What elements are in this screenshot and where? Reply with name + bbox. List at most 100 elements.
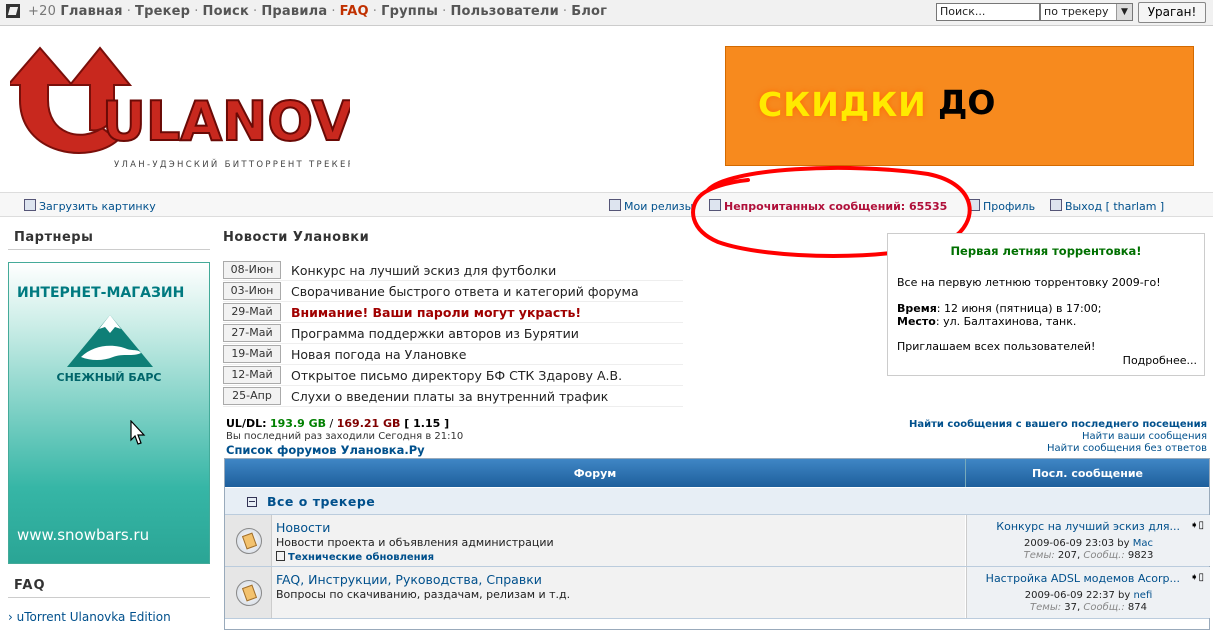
ratio-stats: UL/DL: 193.9 GB / 169.21 GB [ 1.15 ] <box>226 417 449 430</box>
find-my-posts-link[interactable]: Найти ваши сообщения <box>1082 431 1207 442</box>
news-date: 03-Июн <box>223 282 281 300</box>
nav-tracker[interactable]: Трекер <box>135 4 190 19</box>
nav-groups[interactable]: Группы <box>381 4 438 19</box>
event-more-link[interactable]: Подробнее... <box>1123 354 1197 367</box>
banner-word-2: ДО <box>938 83 996 122</box>
forum-description: Вопросы по скачиванию, раздачам, релизам… <box>276 588 571 601</box>
collapse-icon[interactable] <box>247 497 257 507</box>
forum-info: Новости Новости проекта и объявления адм… <box>272 515 965 566</box>
plus-counter: +20 <box>28 4 57 19</box>
event-line: Все на первую летнюю торрентовку 2009-го… <box>897 276 1161 289</box>
site-logo[interactable]: ULANOVKA УЛАН-УДЭНСКИЙ БИТТОРРЕНТ ТРЕКЕР <box>10 40 350 175</box>
news-item[interactable]: 25-Апр Слухи о введении платы за внутренн… <box>223 387 683 407</box>
logout-icon <box>1050 199 1062 211</box>
event-time: Время: 12 июня (пятница) в 17:00; <box>897 302 1101 315</box>
news-item[interactable]: 08-Июн Конкурс на лучший эскиз для футбол… <box>223 261 683 281</box>
goto-last-post-icon[interactable]: ➧▯ <box>1190 572 1204 583</box>
nav-blog[interactable]: Блог <box>571 4 607 19</box>
find-unanswered-link[interactable]: Найти сообщения без ответов <box>1047 443 1207 454</box>
logo-text: ULANOVKA <box>102 90 350 153</box>
event-place: Место: ул. Балтахинова, танк. <box>897 315 1076 328</box>
forum-icon-cell <box>225 515 272 566</box>
search-scope-select[interactable]: по трекеру ▼ <box>1040 3 1133 21</box>
subforum-link[interactable]: Технические обновления <box>276 551 434 563</box>
last-post-link[interactable]: Настройка ADSL модемов Acorp... <box>986 572 1180 585</box>
my-releases-label: Мои релизы <box>624 200 694 213</box>
forum-counts: Темы: 207, Сообщ.: 9823 <box>967 550 1210 561</box>
top-navbar: +20 Главная · Трекер · Поиск · Правила · FAQ · Гру… <box>0 0 1213 26</box>
last-post-date: 2009-06-09 23:03 by <box>1023 538 1133 549</box>
ad-banner[interactable]: СКИДКИ ДО <box>725 46 1194 166</box>
ad-url: www.snowbars.ru <box>17 526 150 544</box>
forum-category: Все о трекере <box>225 488 1209 515</box>
search-input[interactable]: Поиск... <box>936 3 1040 21</box>
forum-status-icon <box>236 528 262 554</box>
site-icon[interactable] <box>6 4 20 18</box>
last-post-link[interactable]: Конкурс на лучший эскиз для... <box>996 520 1180 533</box>
event-place-value: : ул. Балтахинова, танк. <box>935 315 1077 328</box>
search-button[interactable]: Ураган! <box>1138 2 1206 23</box>
news-item[interactable]: 29-Май Внимание! Ваши пароли могут украст… <box>223 303 683 323</box>
news-link[interactable]: Конкурс на лучший эскиз для футболки <box>291 263 556 278</box>
profile-link[interactable]: Профиль <box>968 199 1035 213</box>
stats-separator: / <box>326 417 337 430</box>
faq-item-utorrent[interactable]: › uTorrent Ulanovka Edition <box>8 610 171 624</box>
category-link[interactable]: Все о трекере <box>267 494 375 509</box>
goto-last-post-icon[interactable]: ➧▯ <box>1190 520 1204 531</box>
search-links: Найти сообщения с вашего последнего посе… <box>909 419 1207 455</box>
news-link[interactable]: Внимание! Ваши пароли могут украсть! <box>291 305 581 320</box>
news-link[interactable]: Слухи о введении платы за внутренний тра… <box>291 389 608 404</box>
my-releases-link[interactable]: Мои релизы <box>609 199 693 213</box>
upload-amount: 193.9 GB <box>270 417 327 430</box>
mouse-cursor-icon <box>130 420 146 445</box>
news-item[interactable]: 12-Май Открытое письмо директору БФ СТК З… <box>223 366 683 386</box>
nav-rules[interactable]: Правила <box>261 4 327 19</box>
topics-label: Темы: <box>1030 602 1062 613</box>
profile-label: Профиль <box>983 200 1036 213</box>
news-item[interactable]: 27-Май Программа поддержки авторов из Бур… <box>223 324 683 344</box>
logout-link[interactable]: Выход [ tharlam ] <box>1050 199 1164 213</box>
nav-users[interactable]: Пользователи <box>450 4 558 19</box>
news-date: 25-Апр <box>223 387 281 405</box>
ad-title: ИНТЕРНЕТ-МАГАЗИН <box>17 285 185 301</box>
search-scope-value: по трекеру <box>1044 5 1109 18</box>
forum-list-link[interactable]: Список форумов Улановка.Ру <box>226 443 425 457</box>
nav-faq[interactable]: FAQ <box>340 4 369 19</box>
logout-label: Выход [ tharlam ] <box>1065 200 1165 213</box>
forum-table-header: Форум Посл. сообщение <box>225 459 1209 487</box>
partner-ad[interactable]: ИНТЕРНЕТ-МАГАЗИН СНЕЖНЫЙ БАРС www.snowba… <box>8 262 210 564</box>
last-post-meta: 2009-06-09 23:03 by Mac <box>967 538 1210 549</box>
forum-info: FAQ, Инструкции, Руководства, Справки Во… <box>272 567 965 618</box>
last-post-cell: Конкурс на лучший эскиз для... ➧▯ 2009-0… <box>966 515 1210 566</box>
subforum-label: Технические обновления <box>288 552 435 563</box>
forum-name-link[interactable]: FAQ, Инструкции, Руководства, Справки <box>276 572 542 587</box>
chevron-down-icon[interactable]: ▼ <box>1116 4 1132 20</box>
partners-title: Партнеры <box>14 230 94 245</box>
last-post-author[interactable]: Mac <box>1133 538 1153 549</box>
posts-label: Сообщ.: <box>1083 550 1125 561</box>
news-item[interactable]: 19-Май Новая погода на Улановке <box>223 345 683 365</box>
col-last-post: Посл. сообщение <box>1031 467 1144 480</box>
last-post-author[interactable]: nefi <box>1133 590 1152 601</box>
news-link[interactable]: Открытое письмо директору БФ СТК Здарову… <box>291 368 622 383</box>
faq-title: FAQ <box>14 578 46 593</box>
col-forum: Форум <box>573 467 617 480</box>
event-line: Приглашаем всех пользователей! <box>897 340 1096 353</box>
forum-status-icon <box>236 580 262 606</box>
last-post-meta: 2009-06-09 22:37 by nefi <box>967 590 1210 601</box>
nav-search[interactable]: Поиск <box>203 4 249 19</box>
main-nav: +20 Главная · Трекер · Поиск · Правила · FAQ · Гру… <box>28 4 608 19</box>
posts-label: Сообщ.: <box>1083 602 1125 613</box>
news-date: 12-Май <box>223 366 281 384</box>
forum-row: Новости Новости проекта и объявления адм… <box>225 515 1210 567</box>
forum-name-link[interactable]: Новости <box>276 520 330 535</box>
faq-item-label: uTorrent Ulanovka Edition <box>16 610 171 624</box>
find-new-posts-link[interactable]: Найти сообщения с вашего последнего посе… <box>909 419 1207 430</box>
upload-image-link[interactable]: Загрузить картинку <box>24 199 156 213</box>
news-item[interactable]: 03-Июн Сворачивание быстрого ответа и кат… <box>223 282 683 302</box>
nav-home[interactable]: Главная <box>60 4 122 19</box>
news-link[interactable]: Сворачивание быстрого ответа и категорий… <box>291 284 639 299</box>
news-link[interactable]: Новая погода на Улановке <box>291 347 466 362</box>
news-date: 29-Май <box>223 303 281 321</box>
news-link[interactable]: Программа поддержки авторов из Бурятии <box>291 326 579 341</box>
